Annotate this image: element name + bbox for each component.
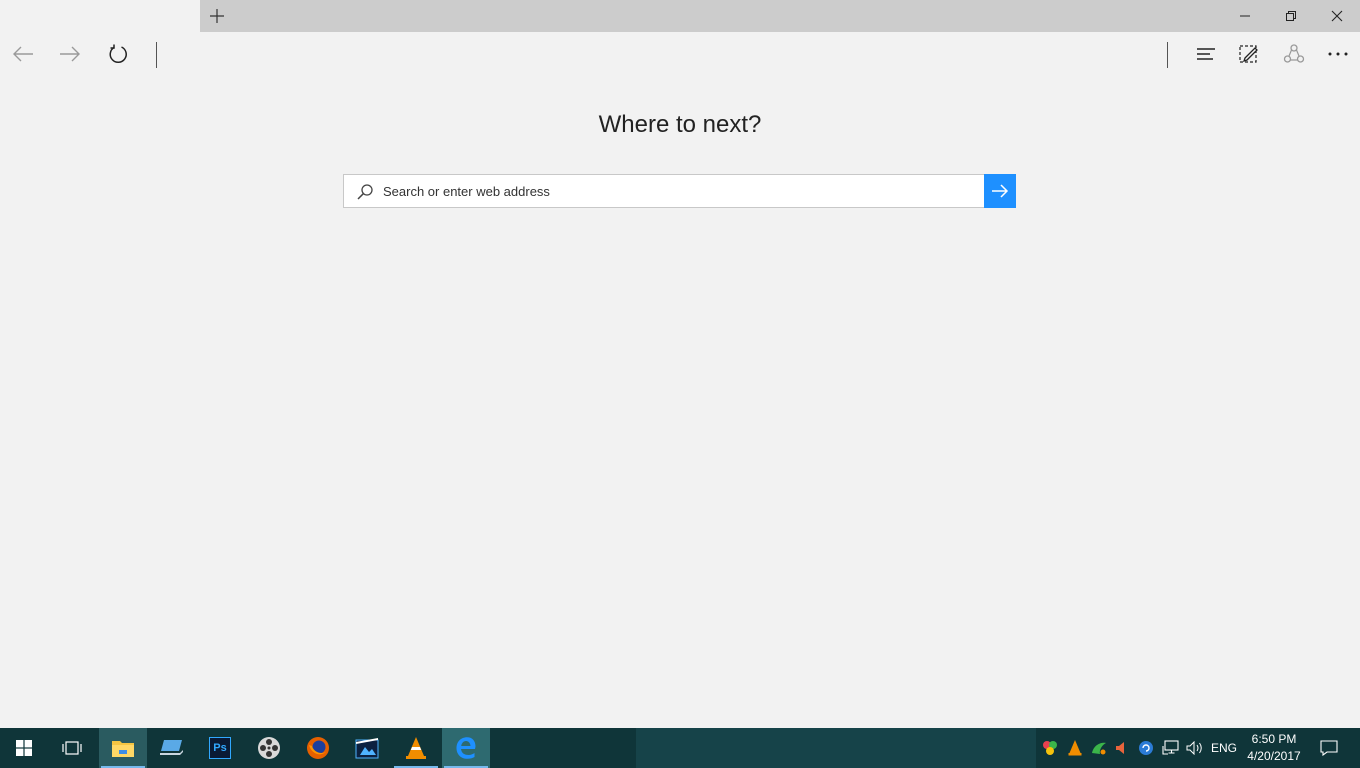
action-center-button[interactable] <box>1314 728 1344 768</box>
tray-vlc[interactable] <box>1065 728 1085 768</box>
page-title: Where to next? <box>598 111 762 138</box>
search-box[interactable] <box>343 174 1016 208</box>
film-reel-icon <box>258 737 280 759</box>
taskbar-film-reel[interactable] <box>245 728 293 768</box>
restore-icon <box>1286 11 1296 21</box>
photoshop-icon: Ps <box>209 737 231 759</box>
refresh-icon <box>109 44 127 64</box>
more-icon <box>1328 52 1348 56</box>
notification-icon <box>1320 740 1338 756</box>
vlc-tray-icon <box>1068 740 1082 756</box>
taskbar-laptop[interactable] <box>148 728 196 768</box>
tray-audio-app[interactable] <box>1111 728 1131 768</box>
plus-icon <box>210 9 224 23</box>
volume-icon <box>1186 741 1202 755</box>
back-arrow-icon <box>13 46 33 62</box>
clock-time: 6:50 PM <box>1251 732 1297 746</box>
start-button[interactable] <box>0 728 48 768</box>
green-app-icon <box>1092 742 1106 755</box>
audio-app-icon <box>1116 742 1124 754</box>
video-editor-icon <box>355 738 379 759</box>
taskbar-video-editor[interactable] <box>343 728 391 768</box>
firefox-icon <box>307 737 329 759</box>
colorful-app-icon <box>1043 741 1057 755</box>
tray-sync-app[interactable] <box>1136 728 1156 768</box>
toolbar-separator <box>1167 42 1168 68</box>
tray-green-app[interactable] <box>1089 728 1109 768</box>
hub-icon <box>1197 48 1215 60</box>
clock[interactable]: 6:50 PM 4/20/2017 <box>1238 731 1310 765</box>
minimize-icon <box>1240 15 1250 17</box>
tray-colorful-app[interactable] <box>1040 728 1060 768</box>
tab-new[interactable] <box>0 0 200 32</box>
file-explorer-icon <box>112 741 134 757</box>
arrow-right-icon <box>992 184 1009 198</box>
taskbar-file-explorer[interactable] <box>99 728 147 768</box>
web-note-icon <box>1239 45 1258 63</box>
taskbar-photoshop[interactable]: Ps <box>196 728 244 768</box>
task-view-icon <box>62 741 82 755</box>
search-input[interactable] <box>383 175 978 207</box>
minimize-button[interactable] <box>1222 0 1268 32</box>
task-view-button[interactable] <box>48 728 96 768</box>
language-indicator: ENG <box>1210 741 1237 755</box>
tray-volume[interactable] <box>1184 728 1206 768</box>
sync-app-icon <box>1139 741 1153 755</box>
new-tab-button[interactable] <box>201 0 233 32</box>
hub-button[interactable] <box>1184 32 1228 76</box>
start-icon <box>16 740 32 756</box>
taskbar-vlc[interactable] <box>392 728 440 768</box>
more-button[interactable] <box>1316 32 1360 76</box>
share-icon <box>1283 44 1305 63</box>
toolbar-separator <box>156 42 157 68</box>
go-button[interactable] <box>984 174 1016 208</box>
search-icon <box>357 184 373 200</box>
tray-network[interactable] <box>1160 728 1182 768</box>
restore-button[interactable] <box>1268 0 1314 32</box>
tray-language[interactable]: ENG <box>1208 728 1240 768</box>
web-note-button[interactable] <box>1227 32 1271 76</box>
clock-date: 4/20/2017 <box>1247 749 1301 763</box>
taskbar-edge[interactable] <box>442 728 490 768</box>
title-bar <box>0 0 1360 32</box>
nav-toolbar <box>0 32 1360 76</box>
photoshop-label: Ps <box>213 742 227 754</box>
back-button[interactable] <box>1 32 45 76</box>
taskbar-firefox[interactable] <box>294 728 342 768</box>
refresh-button[interactable] <box>96 32 140 76</box>
share-button[interactable] <box>1272 32 1316 76</box>
taskbar: Ps ENG 6:50 PM 4/20/2017 <box>0 728 1360 768</box>
close-button[interactable] <box>1314 0 1360 32</box>
vlc-icon <box>406 737 426 759</box>
close-icon <box>1331 10 1343 22</box>
laptop-icon <box>160 740 183 755</box>
edge-icon <box>456 737 476 759</box>
wallpaper-strip <box>636 728 1036 768</box>
network-icon <box>1162 740 1179 755</box>
forward-button[interactable] <box>48 32 92 76</box>
forward-arrow-icon <box>60 46 80 62</box>
